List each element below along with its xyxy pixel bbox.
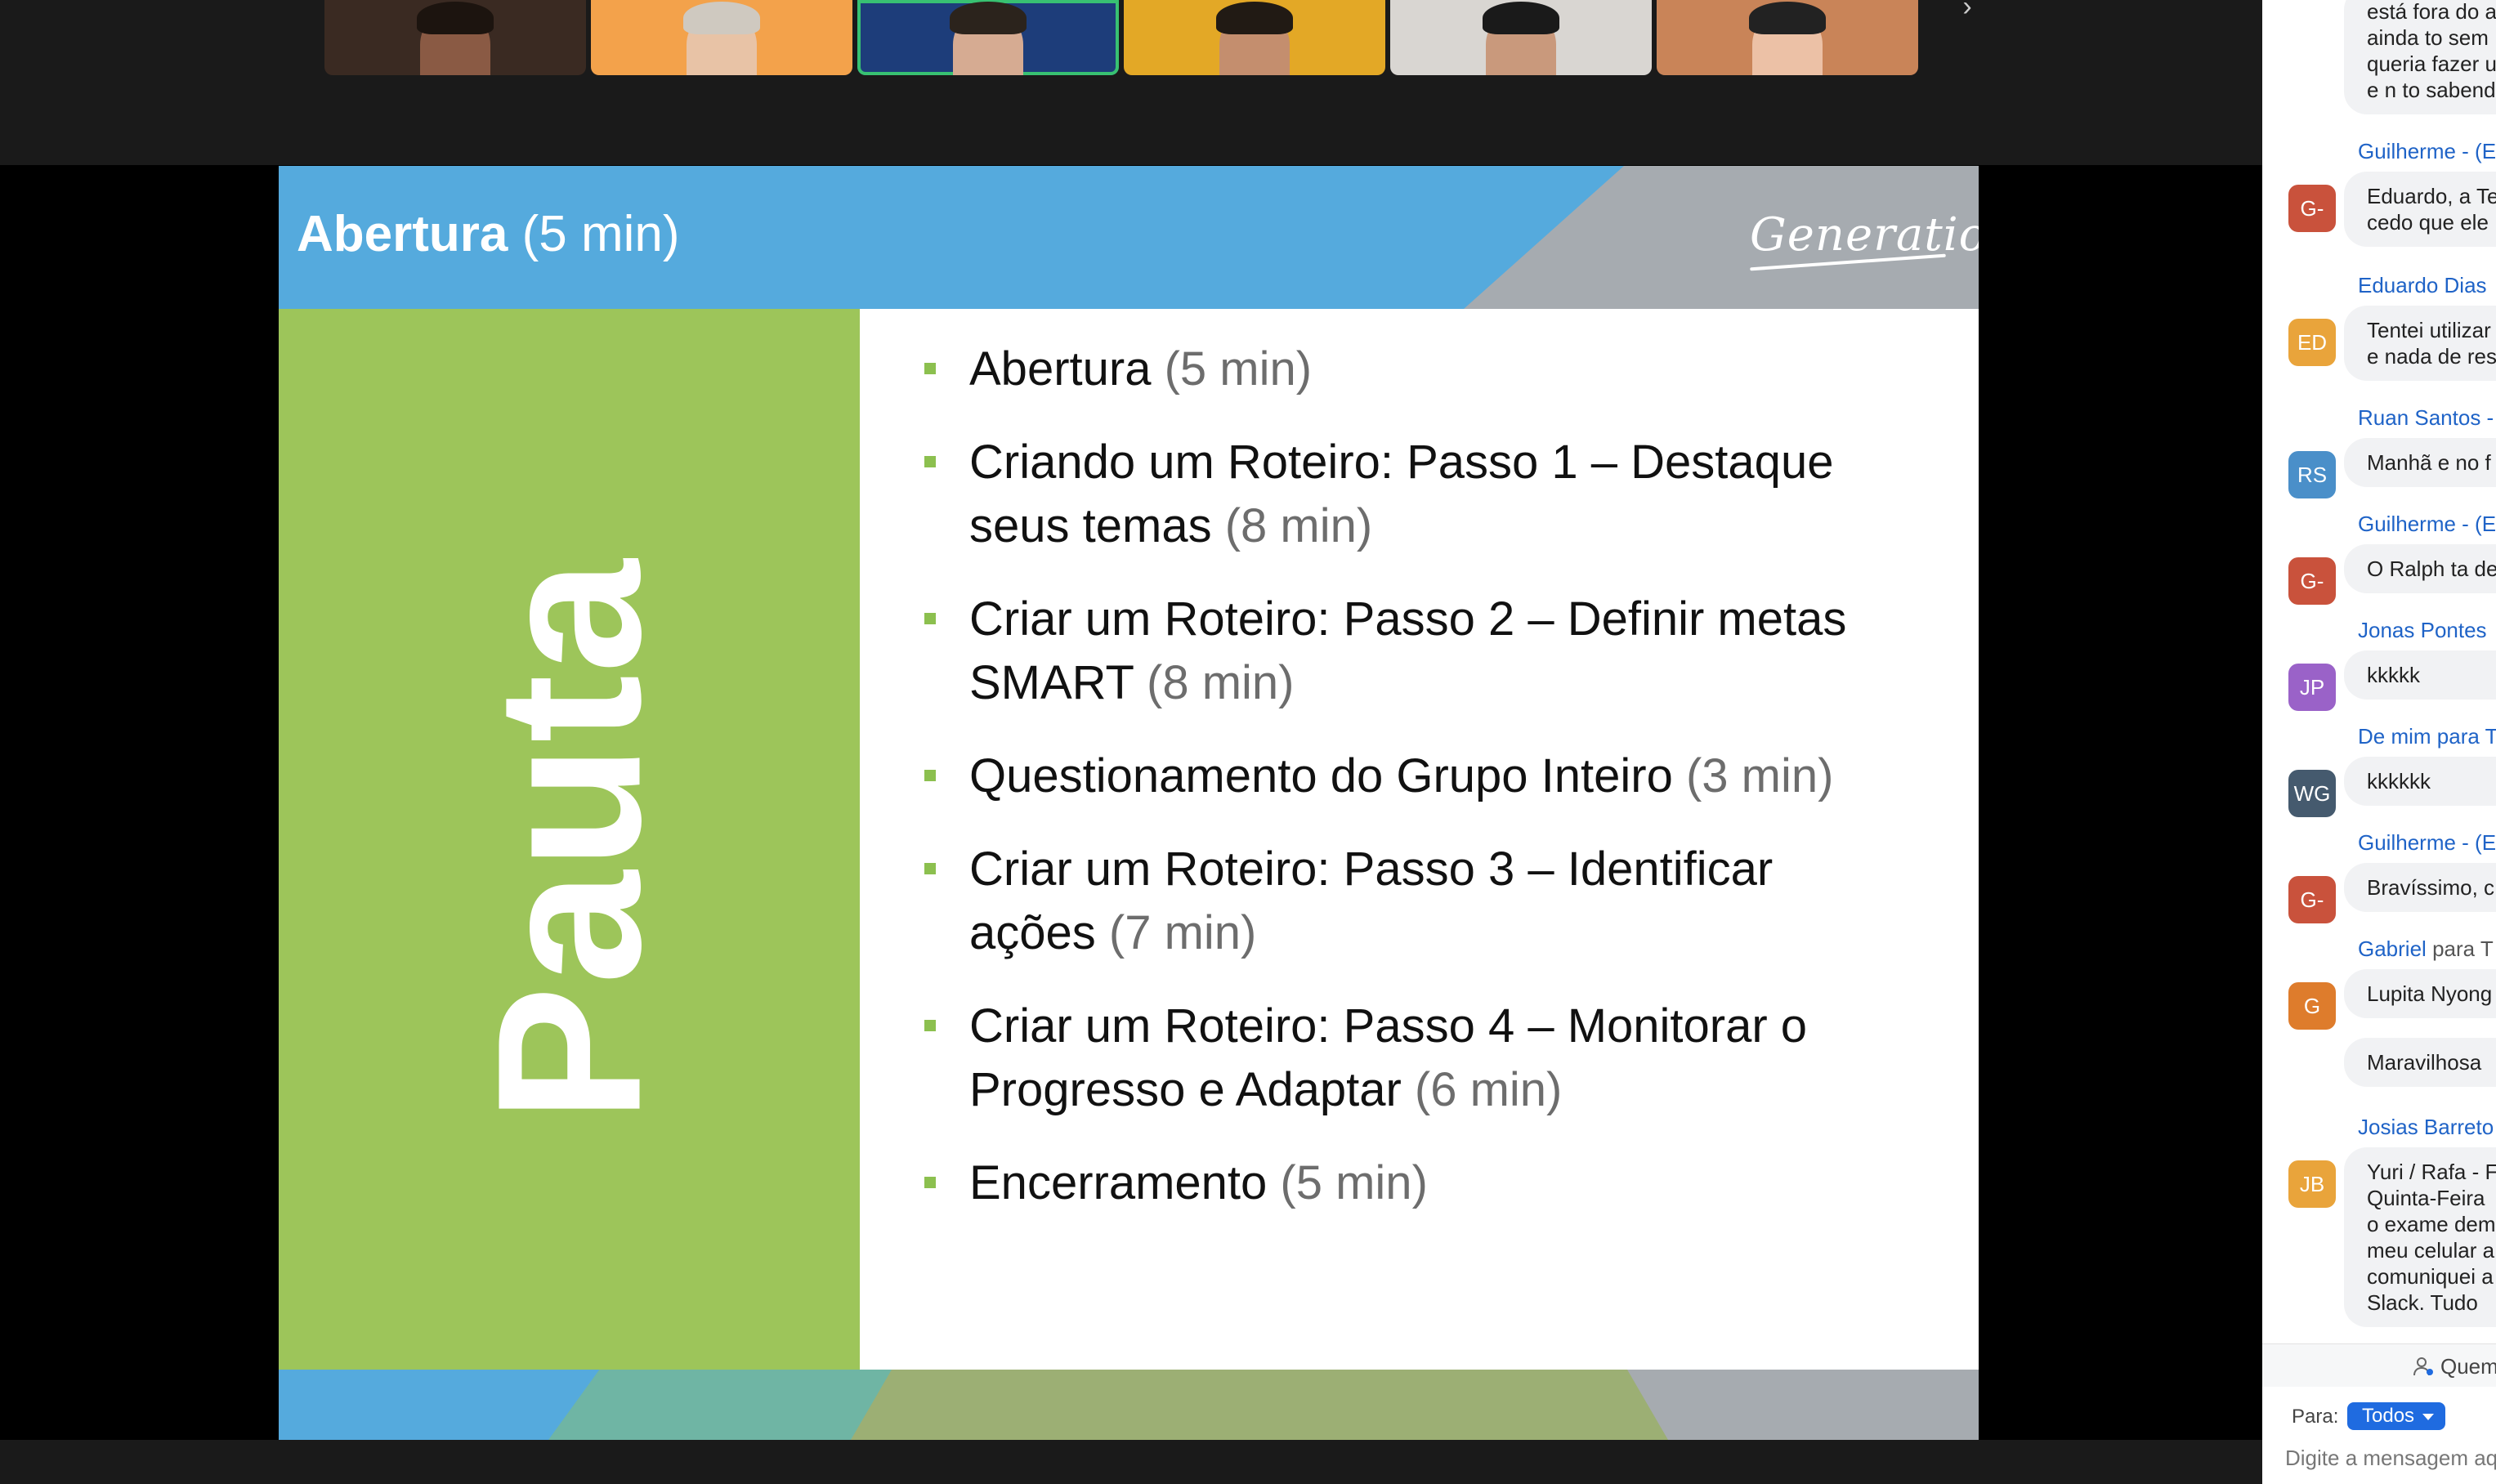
chat-message-bubble[interactable]: Yuri / Rafa - F Quinta-Feira o exame dem me…: [2344, 1147, 2496, 1327]
chat-message-bubble[interactable]: Lupita Nyong: [2344, 969, 2496, 1018]
agenda-item: Criar um Roteiro: Passo 2 – Definir meta…: [924, 588, 1930, 715]
slide-side-label: Pauta: [454, 557, 683, 1123]
agenda-list: Abertura (5 min) Criando um Roteiro: Pass…: [924, 337, 1930, 1245]
shared-screen-slide: Abertura (5 min) Generation Pauta Abertu…: [279, 166, 1979, 1440]
chat-message-input[interactable]: [2285, 1442, 2496, 1474]
agenda-item-text: ações: [969, 906, 1096, 959]
avatar[interactable]: ED: [2288, 319, 2336, 366]
agenda-item-duration: (5 min): [1164, 342, 1313, 396]
participant-video-5[interactable]: [1390, 0, 1652, 75]
avatar[interactable]: JB: [2288, 1160, 2336, 1208]
avatar[interactable]: G: [2288, 982, 2336, 1030]
participant-hair: [1216, 2, 1293, 34]
chat-panel: está fora do a ainda to sem queria fazer u…: [2262, 0, 2496, 1484]
who-can-see-messages[interactable]: Quem: [2262, 1343, 2496, 1387]
agenda-item: Criando um Roteiro: Passo 1 – Destaque se…: [924, 431, 1930, 558]
bottom-bar: [0, 1440, 2262, 1484]
chat-message-bubble[interactable]: está fora do a ainda to sem queria fazer u…: [2344, 0, 2496, 114]
meeting-stage: › Abertura (5 min) Generation Pauta Aber…: [0, 0, 2262, 1484]
avatar[interactable]: G-: [2288, 185, 2336, 232]
avatar[interactable]: G-: [2288, 557, 2336, 605]
chat-message-bubble[interactable]: kkkkkk: [2344, 757, 2496, 806]
chat-message-bubble[interactable]: Tentei utilizar e nada de res: [2344, 306, 2496, 381]
bullet-icon: [924, 1020, 936, 1031]
bullet-icon: [924, 456, 936, 467]
agenda-item: Criar um Roteiro: Passo 4 – Monitorar o P…: [924, 995, 1930, 1122]
slide-side-panel: Pauta: [279, 309, 860, 1371]
generation-logo: Generation: [1750, 208, 1979, 271]
agenda-item-text: Questionamento do Grupo Inteiro: [969, 749, 1673, 802]
participant-hair: [417, 2, 494, 34]
chat-sender[interactable]: Jonas Pontes: [2358, 618, 2487, 643]
participant-video-4[interactable]: [1124, 0, 1385, 75]
avatar[interactable]: JP: [2288, 664, 2336, 711]
agenda-item: Abertura (5 min): [924, 337, 1930, 401]
agenda-item-text: Criar um Roteiro: Passo 2 – Definir meta…: [969, 592, 1847, 646]
agenda-item-text: Encerramento: [969, 1156, 1268, 1209]
slide-footer: [279, 1370, 1979, 1440]
bullet-icon: [924, 1177, 936, 1188]
chat-message-bubble[interactable]: Manhã e no f: [2344, 438, 2496, 487]
chat-message-bubble[interactable]: Bravíssimo, c: [2344, 863, 2496, 912]
agenda-item-text: SMART: [969, 656, 1134, 709]
chat-sender[interactable]: Guilherme - (E: [2358, 139, 2496, 164]
avatar[interactable]: G-: [2288, 876, 2336, 923]
agenda-item-text: Criando um Roteiro: Passo 1 – Destaque: [969, 436, 1834, 489]
chat-sender[interactable]: Ruan Santos -: [2358, 405, 2494, 431]
agenda-item: Criar um Roteiro: Passo 3 – Identificar a…: [924, 838, 1930, 965]
participant-hair: [1749, 2, 1826, 34]
participant-thumbnail-strip: [0, 0, 2262, 165]
agenda-item-duration: (3 min): [1685, 749, 1834, 802]
chat-sender[interactable]: De mim para T: [2358, 724, 2496, 749]
agenda-item: Questionamento do Grupo Inteiro (3 min): [924, 744, 1930, 808]
participant-hair: [950, 2, 1027, 34]
agenda-item-text: Criar um Roteiro: Passo 4 – Monitorar o: [969, 999, 1808, 1053]
caret-down-icon: [2422, 1413, 2435, 1420]
chat-message-bubble[interactable]: Eduardo, a Te cedo que ele: [2344, 172, 2496, 247]
agenda-item-duration: (6 min): [1414, 1063, 1563, 1116]
slide-title: Abertura (5 min): [297, 206, 680, 262]
agenda-item-duration: (8 min): [1224, 499, 1373, 552]
agenda-item-text: Abertura: [969, 342, 1152, 396]
chat-message-bubble[interactable]: O Ralph ta de: [2344, 544, 2496, 593]
chat-sender[interactable]: Guilherme - (E: [2358, 512, 2496, 537]
chat-sender[interactable]: Guilherme - (E: [2358, 830, 2496, 856]
agenda-item-text: seus temas: [969, 499, 1212, 552]
chat-message-bubble[interactable]: kkkkk: [2344, 650, 2496, 700]
chat-sender[interactable]: Eduardo Dias: [2358, 273, 2487, 298]
agenda-item-duration: (7 min): [1108, 906, 1257, 959]
to-label: Para:: [2292, 1406, 2339, 1428]
agenda-item-duration: (5 min): [1280, 1156, 1428, 1209]
avatar[interactable]: WG: [2288, 770, 2336, 817]
participant-video-1[interactable]: [324, 0, 586, 75]
participant-hair: [683, 2, 760, 34]
slide-header: Abertura (5 min) Generation: [279, 166, 1979, 309]
agenda-item-text: Criar um Roteiro: Passo 3 – Identificar: [969, 843, 1774, 896]
person-icon: [2413, 1357, 2433, 1376]
participant-hair: [1483, 2, 1559, 34]
agenda-item-duration: (8 min): [1147, 656, 1295, 709]
chevron-right-icon[interactable]: ›: [1955, 0, 1979, 25]
bullet-icon: [924, 613, 936, 624]
bullet-icon: [924, 863, 936, 874]
chat-sender[interactable]: Josias Barreto: [2358, 1115, 2494, 1140]
participant-video-2[interactable]: [591, 0, 852, 75]
bullet-icon: [924, 770, 936, 781]
agenda-item: Encerramento (5 min): [924, 1151, 1930, 1215]
participant-video-3[interactable]: [857, 0, 1119, 75]
recipient-dropdown[interactable]: Todos: [2347, 1402, 2446, 1430]
chat-sender[interactable]: Gabriel para T: [2358, 936, 2494, 962]
chat-message-bubble[interactable]: Maravilhosa: [2344, 1038, 2496, 1087]
avatar[interactable]: RS: [2288, 451, 2336, 498]
bullet-icon: [924, 363, 936, 374]
participant-video-6[interactable]: [1657, 0, 1918, 75]
agenda-item-text: Progresso e Adaptar: [969, 1063, 1402, 1116]
